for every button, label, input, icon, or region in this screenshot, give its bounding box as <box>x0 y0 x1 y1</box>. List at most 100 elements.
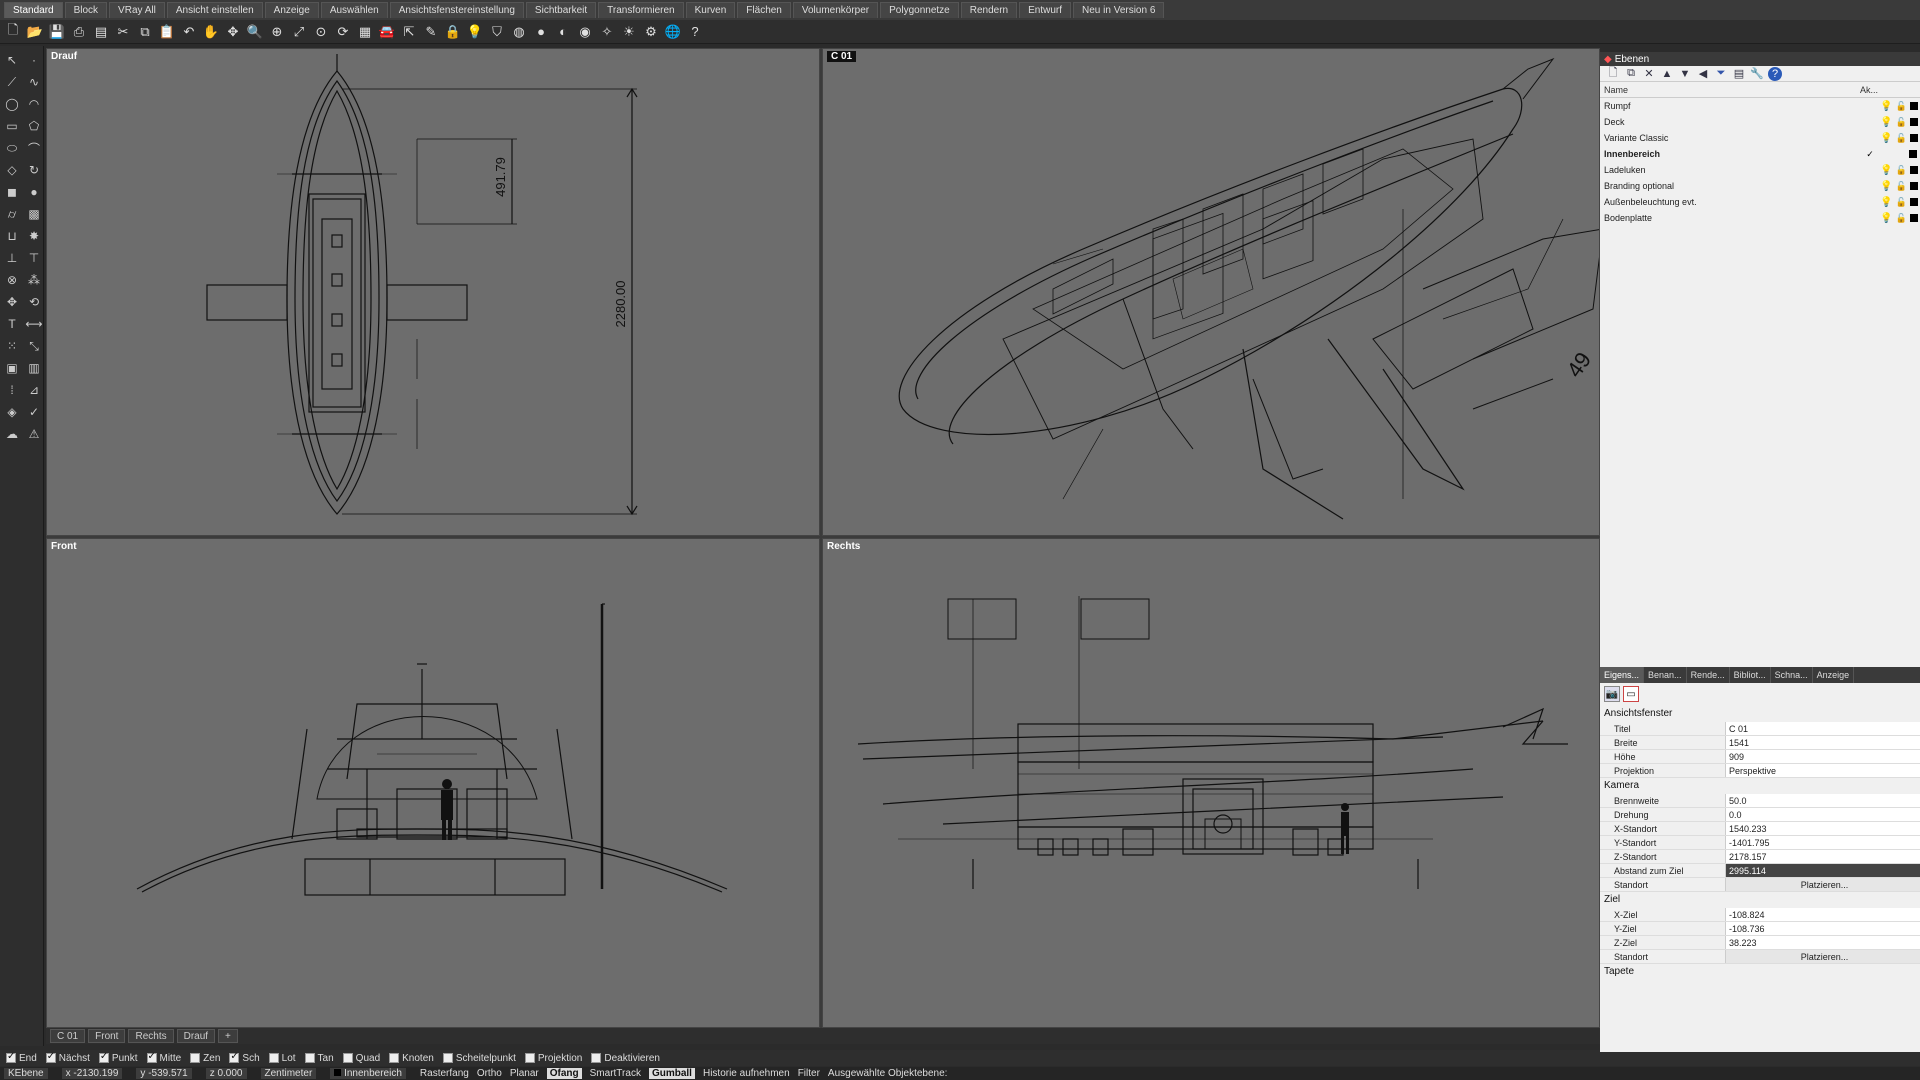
osnap-deaktivieren[interactable]: Deaktivieren <box>591 1053 660 1064</box>
trim-icon[interactable]: ⊥ <box>2 248 22 268</box>
toolbar-tab[interactable]: Ansicht einstellen <box>166 2 263 18</box>
cloud-icon[interactable]: ☁ <box>2 424 22 444</box>
globe-icon[interactable]: 🌐 <box>664 23 682 41</box>
sun-icon[interactable]: ☀ <box>620 23 638 41</box>
osnap-projektion[interactable]: Projektion <box>524 1053 582 1064</box>
property-value[interactable]: C 01 <box>1725 722 1920 735</box>
filter-icon[interactable]: ⏷ <box>1714 67 1728 81</box>
osnap-quad[interactable]: Quad <box>342 1053 380 1064</box>
osnap-checkbox[interactable] <box>304 1053 315 1063</box>
select-arrow-icon[interactable]: ↖ <box>2 50 22 70</box>
status-layer-label[interactable]: KEbene <box>4 1068 48 1079</box>
check-icon[interactable]: ✓ <box>24 402 44 422</box>
delete-layer-icon[interactable]: ✕ <box>1642 67 1656 81</box>
viewport-title[interactable]: Front <box>51 541 77 552</box>
rectangle-icon[interactable]: ▭ <box>2 116 22 136</box>
column-name[interactable]: Name <box>1604 85 1860 95</box>
new-file-icon[interactable]: 🗋 <box>4 22 22 41</box>
zoom-window-icon[interactable]: ⊕ <box>268 23 286 41</box>
viewport-title[interactable]: Rechts <box>827 541 860 552</box>
property-value[interactable]: 1540.233 <box>1725 822 1920 835</box>
dimension-icon[interactable]: ⟷ <box>24 314 44 334</box>
toolbar-tab[interactable]: VRay All <box>109 2 165 18</box>
layer-color-swatch[interactable] <box>1909 102 1918 110</box>
group-icon[interactable]: ⁂ <box>24 270 44 290</box>
array-icon[interactable]: ⁙ <box>2 336 22 356</box>
scale-icon[interactable]: ⤡ <box>24 336 44 356</box>
layer-name[interactable]: Branding optional <box>1604 181 1860 191</box>
cylinder-icon[interactable]: ⌭ <box>2 204 22 224</box>
layer-name[interactable]: Deck <box>1604 117 1860 127</box>
place-button[interactable]: Platzieren... <box>1725 950 1920 963</box>
surface-icon[interactable]: ◇ <box>2 160 22 180</box>
pan-hand-icon[interactable]: ✋ <box>202 23 220 41</box>
layer-row[interactable]: Rumpf 💡 🔓 <box>1600 98 1920 114</box>
unlock-icon[interactable]: 🔓 <box>1895 101 1906 112</box>
property-value[interactable]: 50.0 <box>1725 794 1920 807</box>
layer-color-swatch[interactable] <box>1909 150 1917 158</box>
layer-name[interactable]: Variante Classic <box>1604 133 1860 143</box>
shield-icon[interactable]: ⛉ <box>488 23 506 41</box>
car-icon[interactable]: 🚘 <box>378 23 396 41</box>
lock-icon[interactable]: 🔒 <box>444 23 462 41</box>
property-value[interactable]: 38.223 <box>1725 936 1920 949</box>
light-icon[interactable]: ✧ <box>598 23 616 41</box>
layer-color-swatch[interactable] <box>1909 118 1918 126</box>
osnap-checkbox[interactable] <box>146 1051 157 1063</box>
block-icon[interactable]: ▣ <box>2 358 22 378</box>
text-icon[interactable]: T <box>2 314 22 334</box>
sphere-blue-icon[interactable]: ◉ <box>576 23 594 41</box>
move-icon[interactable]: ✥ <box>2 292 22 312</box>
refresh-icon[interactable]: ⟳ <box>334 23 352 41</box>
properties-icon[interactable]: ▤ <box>92 23 110 41</box>
grid-snap-icon[interactable]: ⁞ <box>2 380 22 400</box>
revolve-icon[interactable]: ↻ <box>24 160 44 180</box>
status-mode-filter[interactable]: Filter <box>798 1068 820 1079</box>
osnap-checkbox[interactable] <box>45 1051 56 1063</box>
fillet-icon[interactable]: ⌒ <box>24 138 44 158</box>
move-parent-icon[interactable]: ◀ <box>1696 67 1710 81</box>
layer-name[interactable]: Ladeluken <box>1604 165 1860 175</box>
osnap-checkbox[interactable] <box>591 1053 602 1063</box>
viewport-tab[interactable]: Rechts <box>128 1029 174 1043</box>
toolbar-tab[interactable]: Ansichtsfenstereinstellung <box>389 2 524 18</box>
layers-panel-header[interactable]: ◆ Ebenen <box>1600 52 1920 66</box>
help-icon[interactable]: ? <box>686 23 704 41</box>
osnap-zen[interactable]: Zen <box>190 1053 220 1064</box>
print-icon[interactable]: ⎙ <box>70 23 88 41</box>
osnap-punkt[interactable]: Punkt <box>98 1051 138 1064</box>
viewport-right[interactable]: Rechts <box>822 538 1600 1028</box>
toolbar-tab[interactable]: Flächen <box>737 2 791 18</box>
layer-row[interactable]: Branding optional 💡 🔓 <box>1600 178 1920 194</box>
camera-icon[interactable]: 📷 <box>1604 686 1620 702</box>
unlock-icon[interactable]: 🔓 <box>1895 213 1906 224</box>
sphere-icon[interactable]: ● <box>24 182 44 202</box>
properties-tab[interactable]: Schna... <box>1771 667 1813 683</box>
osnap-checkbox[interactable] <box>442 1053 453 1063</box>
color-wheel-icon[interactable]: ◍ <box>510 23 528 41</box>
properties-tab[interactable]: Bibliot... <box>1730 667 1771 683</box>
viewport-perspective[interactable]: C 01 49 <box>822 48 1600 536</box>
osnap-checkbox[interactable] <box>190 1053 201 1063</box>
layer-row[interactable]: Außenbeleuchtung evt. 💡 🔓 <box>1600 194 1920 210</box>
osnap-checkbox[interactable] <box>524 1053 535 1063</box>
osnap-sch[interactable]: Sch <box>229 1051 260 1064</box>
layer-row[interactable]: Deck 💡 🔓 <box>1600 114 1920 130</box>
viewport-title[interactable]: Drauf <box>51 51 77 62</box>
property-value[interactable]: -1401.795 <box>1725 836 1920 849</box>
point-icon[interactable]: · <box>24 50 44 70</box>
light-bulb-icon[interactable]: 💡 <box>1880 181 1892 192</box>
unlock-icon[interactable]: 🔓 <box>1895 165 1906 176</box>
layer-color-swatch[interactable] <box>1909 166 1918 174</box>
polyline-icon[interactable]: ⟋ <box>2 72 22 92</box>
rotate-icon[interactable]: ⟲ <box>24 292 44 312</box>
toolbar-tab[interactable]: Kurven <box>685 2 736 18</box>
paint-icon[interactable]: ✎ <box>422 23 440 41</box>
toolbar-tab[interactable]: Neu in Version 6 <box>1073 2 1165 18</box>
toolbar-tab[interactable]: Sichtbarkeit <box>525 2 597 18</box>
osnap-checkbox[interactable] <box>98 1051 109 1063</box>
toolbar-tab[interactable]: Standard <box>4 2 63 18</box>
select-icon[interactable]: ⇱ <box>400 23 418 41</box>
osnap-checkbox[interactable] <box>268 1053 279 1063</box>
unlock-icon[interactable]: 🔓 <box>1895 197 1906 208</box>
